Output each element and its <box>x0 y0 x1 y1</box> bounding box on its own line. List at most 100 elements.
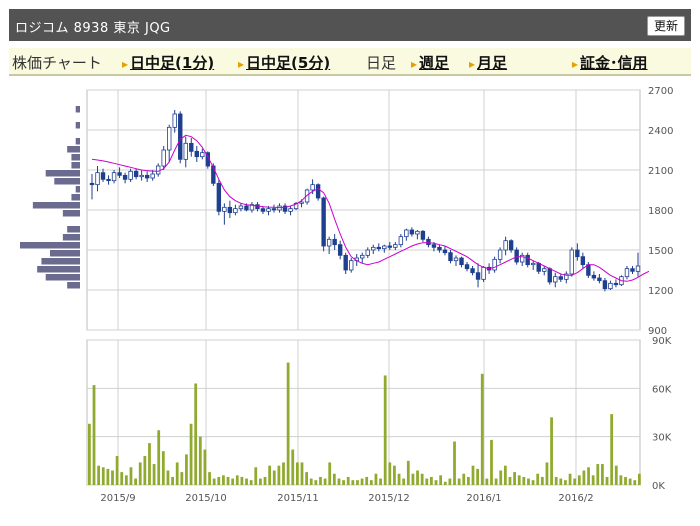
volume-bar <box>175 462 179 485</box>
candle-body <box>481 266 486 280</box>
volume-tick-label: 60K <box>652 384 672 395</box>
volume-bar <box>259 478 262 485</box>
volume-bar <box>171 476 174 485</box>
volume-bar <box>490 439 493 485</box>
volume-bar <box>393 465 396 485</box>
price-tick-label: 2400 <box>648 126 673 137</box>
volume-bar <box>198 436 202 485</box>
volume-bar <box>513 472 516 485</box>
candle-body <box>497 249 503 260</box>
volume-bar <box>596 464 600 485</box>
candle-body <box>310 184 315 191</box>
candle-body <box>508 240 514 251</box>
candle-body <box>271 208 277 211</box>
candle-body <box>387 245 393 248</box>
candle-body <box>536 262 541 272</box>
volume-bar <box>300 462 304 485</box>
candle-body <box>260 208 266 212</box>
candle-body <box>233 208 238 214</box>
candle-body <box>531 262 536 266</box>
date-tick-label: 2015/12 <box>368 493 410 504</box>
price-tick-label: 1500 <box>648 246 673 257</box>
candle-body <box>288 208 293 212</box>
candle-body <box>525 254 530 266</box>
volume-bar <box>282 462 285 485</box>
candle-body <box>122 174 128 180</box>
volume-bar <box>443 481 447 485</box>
volume-profile-bar <box>75 122 80 129</box>
candle-body <box>558 276 563 280</box>
volume-profile-bar <box>37 266 80 273</box>
stock-chart: 270024002100180015001200900 90K60K30K0K … <box>20 86 673 504</box>
volume-profile-bar <box>67 226 80 233</box>
candle-body <box>492 258 497 271</box>
volume-bar <box>152 464 156 485</box>
volume-bar <box>397 473 401 485</box>
candle-body <box>503 240 508 251</box>
candle-body <box>337 244 343 256</box>
volume-bar <box>522 476 526 485</box>
volume-profile-bar <box>75 186 80 193</box>
candle-body <box>211 165 216 184</box>
candle-body <box>128 170 133 180</box>
candle-body <box>597 277 602 282</box>
candle-body <box>442 249 448 254</box>
volume-bar <box>434 480 438 485</box>
volume-bar <box>383 375 387 485</box>
volume-profile-bar <box>50 250 80 257</box>
volume-bar <box>536 473 540 485</box>
candle-body <box>95 172 100 186</box>
candle-body <box>613 282 619 286</box>
volume-bar <box>161 451 165 485</box>
volume-bar <box>471 465 475 485</box>
volume-bar <box>92 385 96 485</box>
volume-profile-bar <box>67 146 80 153</box>
volume-profile-bar <box>62 210 80 217</box>
candle-body <box>409 229 415 235</box>
volume-bar <box>439 475 443 485</box>
volume-bar <box>614 465 618 485</box>
candle-body <box>216 182 222 212</box>
candle-body <box>161 149 166 167</box>
volume-bar <box>559 478 563 485</box>
volume-bar <box>295 462 299 485</box>
volume-bar <box>527 478 530 485</box>
volume-bar <box>314 480 318 485</box>
candle-body <box>133 170 139 178</box>
volume-bar <box>564 480 567 485</box>
volume-bar <box>222 475 225 485</box>
candle-body <box>255 204 260 210</box>
candle-body <box>542 268 547 272</box>
candle-body <box>321 197 326 247</box>
candle-body <box>398 236 404 246</box>
candle-body <box>111 172 117 182</box>
date-tick-label: 2015/10 <box>185 493 227 504</box>
volume-bar <box>591 475 595 485</box>
volume-bar <box>577 475 581 485</box>
candle-body <box>349 260 354 271</box>
volume-bar <box>240 476 244 485</box>
volume-bar <box>476 468 480 485</box>
volume-profile-bar <box>75 106 80 113</box>
volume-bar <box>305 472 308 485</box>
volume-bar <box>462 473 466 485</box>
volume-bar <box>268 465 272 485</box>
candle-body <box>475 272 481 280</box>
volume-bar <box>101 467 105 485</box>
volume-profile-bar <box>32 202 80 209</box>
volume-bar <box>554 476 558 485</box>
volume-bar <box>185 454 188 485</box>
volume-bar <box>499 470 503 485</box>
volume-bar <box>416 470 419 485</box>
candle-body <box>144 174 150 179</box>
volume-bar <box>249 480 253 485</box>
volume-bar <box>457 478 461 485</box>
candle-body <box>139 174 144 178</box>
volume-bar <box>309 478 313 485</box>
volume-bar <box>582 470 586 485</box>
candle-body <box>382 245 387 250</box>
volume-bar <box>638 473 641 485</box>
volume-bar <box>550 417 553 485</box>
candle-body <box>315 184 321 199</box>
volume-bar <box>203 449 207 485</box>
